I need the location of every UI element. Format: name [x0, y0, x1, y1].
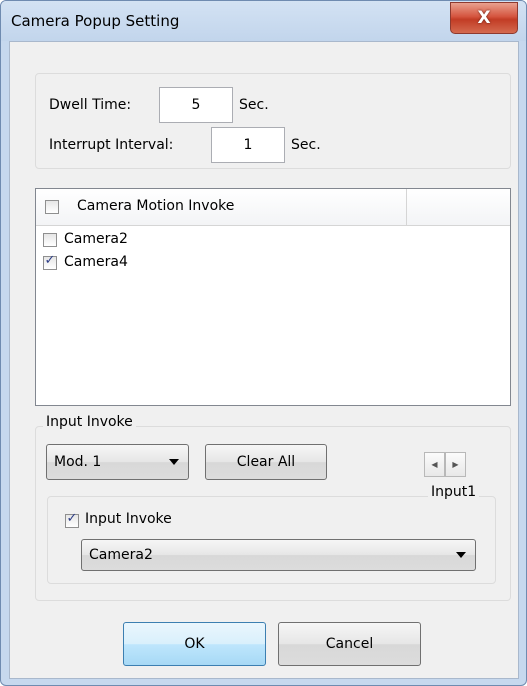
window-title: Camera Popup Setting: [11, 12, 180, 30]
close-button[interactable]: X: [450, 2, 518, 34]
header-checkbox[interactable]: [45, 200, 59, 214]
interrupt-interval-label: Interrupt Interval:: [49, 137, 174, 153]
ok-button[interactable]: OK: [123, 622, 266, 666]
title-bar[interactable]: Camera Popup Setting X: [1, 1, 526, 41]
dialog-window: Camera Popup Setting X Dwell Time: 5 Sec…: [0, 0, 527, 686]
camera-motion-list[interactable]: Camera Motion Invoke Camera2 ✓ Camera4: [35, 188, 511, 406]
dwell-time-unit: Sec.: [239, 97, 269, 113]
list-item[interactable]: ✓ Camera4: [36, 252, 510, 274]
input-invoke-checkbox-label: Input Invoke: [85, 511, 172, 527]
list-item[interactable]: Camera2: [36, 229, 510, 251]
list-header: Camera Motion Invoke: [36, 189, 510, 226]
dialog-body: Dwell Time: 5 Sec. Interrupt Interval: 1…: [9, 41, 519, 679]
camera-select[interactable]: Camera2: [81, 539, 476, 571]
camera2-checkbox[interactable]: [43, 233, 57, 247]
module-select[interactable]: Mod. 1: [46, 444, 189, 480]
input-invoke-checkbox[interactable]: ✓: [65, 511, 79, 528]
chevron-down-icon: [456, 552, 466, 558]
dwell-time-label: Dwell Time:: [49, 97, 132, 113]
list-item-label: Camera2: [64, 231, 128, 247]
clear-all-button[interactable]: Clear All: [205, 444, 327, 480]
camera4-checkbox[interactable]: ✓: [43, 253, 57, 270]
header-label: Camera Motion Invoke: [77, 198, 235, 214]
input1-group-label: Input1: [428, 484, 480, 500]
interrupt-interval-input[interactable]: 1: [211, 127, 285, 163]
camera-select-value: Camera2: [89, 547, 153, 563]
interrupt-interval-unit: Sec.: [291, 137, 321, 153]
arrow-right-icon[interactable]: ▶: [445, 452, 466, 477]
module-select-value: Mod. 1: [54, 454, 102, 470]
cancel-button[interactable]: Cancel: [278, 622, 421, 666]
dwell-time-input[interactable]: 5: [159, 87, 233, 123]
checkmark-icon: ✓: [66, 511, 78, 526]
input-invoke-group-label: Input Invoke: [43, 414, 136, 430]
chevron-down-icon: [169, 459, 179, 465]
arrow-left-icon[interactable]: ◀: [424, 452, 445, 477]
checkmark-icon: ✓: [44, 253, 56, 268]
list-item-label: Camera4: [64, 254, 128, 270]
close-icon: X: [477, 8, 491, 28]
timing-group: Dwell Time: 5 Sec. Interrupt Interval: 1…: [35, 73, 511, 169]
column-divider[interactable]: [406, 189, 407, 225]
